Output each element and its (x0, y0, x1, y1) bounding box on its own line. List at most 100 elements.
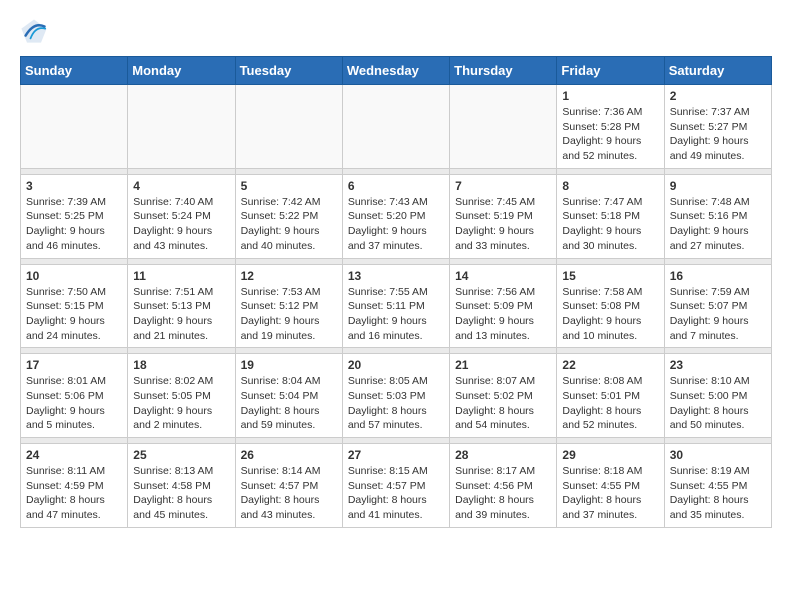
day-number: 25 (133, 448, 229, 462)
calendar-cell: 30 Sunrise: 8:19 AM Sunset: 4:55 PM Dayli… (664, 444, 771, 528)
calendar-cell: 10 Sunrise: 7:50 AM Sunset: 5:15 PM Dayli… (21, 264, 128, 348)
day-info: Sunrise: 8:02 AM Sunset: 5:05 PM Dayligh… (133, 374, 229, 433)
weekday-header-tuesday: Tuesday (235, 57, 342, 85)
calendar-cell: 13 Sunrise: 7:55 AM Sunset: 5:11 PM Dayli… (342, 264, 449, 348)
day-number: 1 (562, 89, 658, 103)
day-info: Sunrise: 7:56 AM Sunset: 5:09 PM Dayligh… (455, 285, 551, 344)
day-number: 6 (348, 179, 444, 193)
day-number: 11 (133, 269, 229, 283)
day-number: 5 (241, 179, 337, 193)
day-number: 8 (562, 179, 658, 193)
calendar-cell: 27 Sunrise: 8:15 AM Sunset: 4:57 PM Dayli… (342, 444, 449, 528)
day-info: Sunrise: 8:19 AM Sunset: 4:55 PM Dayligh… (670, 464, 766, 523)
day-number: 12 (241, 269, 337, 283)
page: SundayMondayTuesdayWednesdayThursdayFrid… (0, 0, 792, 544)
day-number: 13 (348, 269, 444, 283)
day-number: 27 (348, 448, 444, 462)
calendar-cell (342, 85, 449, 169)
weekday-header-friday: Friday (557, 57, 664, 85)
calendar-cell: 5 Sunrise: 7:42 AM Sunset: 5:22 PM Daylig… (235, 174, 342, 258)
day-number: 9 (670, 179, 766, 193)
day-info: Sunrise: 8:04 AM Sunset: 5:04 PM Dayligh… (241, 374, 337, 433)
weekday-header-thursday: Thursday (450, 57, 557, 85)
day-info: Sunrise: 7:47 AM Sunset: 5:18 PM Dayligh… (562, 195, 658, 254)
weekday-header-row: SundayMondayTuesdayWednesdayThursdayFrid… (21, 57, 772, 85)
calendar-cell: 18 Sunrise: 8:02 AM Sunset: 5:05 PM Dayli… (128, 354, 235, 438)
day-number: 14 (455, 269, 551, 283)
day-info: Sunrise: 7:59 AM Sunset: 5:07 PM Dayligh… (670, 285, 766, 344)
day-info: Sunrise: 7:37 AM Sunset: 5:27 PM Dayligh… (670, 105, 766, 164)
day-info: Sunrise: 7:53 AM Sunset: 5:12 PM Dayligh… (241, 285, 337, 344)
day-info: Sunrise: 8:10 AM Sunset: 5:00 PM Dayligh… (670, 374, 766, 433)
calendar-cell: 17 Sunrise: 8:01 AM Sunset: 5:06 PM Dayli… (21, 354, 128, 438)
day-info: Sunrise: 8:07 AM Sunset: 5:02 PM Dayligh… (455, 374, 551, 433)
calendar-cell: 25 Sunrise: 8:13 AM Sunset: 4:58 PM Dayli… (128, 444, 235, 528)
calendar-cell: 21 Sunrise: 8:07 AM Sunset: 5:02 PM Dayli… (450, 354, 557, 438)
day-number: 2 (670, 89, 766, 103)
calendar-cell: 28 Sunrise: 8:17 AM Sunset: 4:56 PM Dayli… (450, 444, 557, 528)
calendar-cell: 8 Sunrise: 7:47 AM Sunset: 5:18 PM Daylig… (557, 174, 664, 258)
calendar-cell (235, 85, 342, 169)
day-info: Sunrise: 7:45 AM Sunset: 5:19 PM Dayligh… (455, 195, 551, 254)
calendar-cell (21, 85, 128, 169)
day-info: Sunrise: 8:01 AM Sunset: 5:06 PM Dayligh… (26, 374, 122, 433)
day-number: 10 (26, 269, 122, 283)
day-info: Sunrise: 7:42 AM Sunset: 5:22 PM Dayligh… (241, 195, 337, 254)
weekday-header-sunday: Sunday (21, 57, 128, 85)
day-info: Sunrise: 8:08 AM Sunset: 5:01 PM Dayligh… (562, 374, 658, 433)
calendar-cell: 23 Sunrise: 8:10 AM Sunset: 5:00 PM Dayli… (664, 354, 771, 438)
weekday-header-saturday: Saturday (664, 57, 771, 85)
calendar-cell: 24Sunrise: 8:11 AM Sunset: 4:59 PM Dayli… (21, 444, 128, 528)
day-info: Sunrise: 8:05 AM Sunset: 5:03 PM Dayligh… (348, 374, 444, 433)
day-info: Sunrise: 7:36 AM Sunset: 5:28 PM Dayligh… (562, 105, 658, 164)
calendar-cell: 9 Sunrise: 7:48 AM Sunset: 5:16 PM Daylig… (664, 174, 771, 258)
calendar-cell: 3Sunrise: 7:39 AM Sunset: 5:25 PM Daylig… (21, 174, 128, 258)
calendar-cell: 12 Sunrise: 7:53 AM Sunset: 5:12 PM Dayli… (235, 264, 342, 348)
calendar-week-row: 3Sunrise: 7:39 AM Sunset: 5:25 PM Daylig… (21, 174, 772, 258)
day-number: 21 (455, 358, 551, 372)
calendar-cell: 14 Sunrise: 7:56 AM Sunset: 5:09 PM Dayli… (450, 264, 557, 348)
day-info: Sunrise: 8:14 AM Sunset: 4:57 PM Dayligh… (241, 464, 337, 523)
day-info: Sunrise: 7:58 AM Sunset: 5:08 PM Dayligh… (562, 285, 658, 344)
calendar-cell: 20Sunrise: 8:05 AM Sunset: 5:03 PM Dayli… (342, 354, 449, 438)
day-info: Sunrise: 7:50 AM Sunset: 5:15 PM Dayligh… (26, 285, 122, 344)
day-number: 17 (26, 358, 122, 372)
weekday-header-monday: Monday (128, 57, 235, 85)
day-info: Sunrise: 7:51 AM Sunset: 5:13 PM Dayligh… (133, 285, 229, 344)
day-number: 24 (26, 448, 122, 462)
day-number: 28 (455, 448, 551, 462)
day-number: 26 (241, 448, 337, 462)
day-number: 23 (670, 358, 766, 372)
calendar-cell (450, 85, 557, 169)
calendar-table: SundayMondayTuesdayWednesdayThursdayFrid… (20, 56, 772, 528)
calendar-week-row: 10 Sunrise: 7:50 AM Sunset: 5:15 PM Dayli… (21, 264, 772, 348)
day-info: Sunrise: 7:48 AM Sunset: 5:16 PM Dayligh… (670, 195, 766, 254)
day-number: 4 (133, 179, 229, 193)
day-number: 22 (562, 358, 658, 372)
day-info: Sunrise: 8:17 AM Sunset: 4:56 PM Dayligh… (455, 464, 551, 523)
day-number: 30 (670, 448, 766, 462)
day-info: Sunrise: 8:13 AM Sunset: 4:58 PM Dayligh… (133, 464, 229, 523)
header (20, 16, 772, 44)
calendar-cell: 7 Sunrise: 7:45 AM Sunset: 5:19 PM Daylig… (450, 174, 557, 258)
generalblue-logo-icon (20, 16, 48, 44)
calendar-cell: 1 Sunrise: 7:36 AM Sunset: 5:28 PM Daylig… (557, 85, 664, 169)
calendar-cell: 11 Sunrise: 7:51 AM Sunset: 5:13 PM Dayli… (128, 264, 235, 348)
day-info: Sunrise: 7:39 AM Sunset: 5:25 PM Dayligh… (26, 195, 122, 254)
calendar-cell (128, 85, 235, 169)
calendar-cell: 16Sunrise: 7:59 AM Sunset: 5:07 PM Dayli… (664, 264, 771, 348)
day-info: Sunrise: 7:43 AM Sunset: 5:20 PM Dayligh… (348, 195, 444, 254)
day-info: Sunrise: 7:55 AM Sunset: 5:11 PM Dayligh… (348, 285, 444, 344)
day-info: Sunrise: 8:18 AM Sunset: 4:55 PM Dayligh… (562, 464, 658, 523)
weekday-header-wednesday: Wednesday (342, 57, 449, 85)
day-number: 29 (562, 448, 658, 462)
calendar-cell: 19 Sunrise: 8:04 AM Sunset: 5:04 PM Dayli… (235, 354, 342, 438)
day-number: 18 (133, 358, 229, 372)
day-info: Sunrise: 8:15 AM Sunset: 4:57 PM Dayligh… (348, 464, 444, 523)
calendar-cell: 6 Sunrise: 7:43 AM Sunset: 5:20 PM Daylig… (342, 174, 449, 258)
logo (20, 16, 52, 44)
day-number: 7 (455, 179, 551, 193)
day-number: 19 (241, 358, 337, 372)
calendar-cell: 2 Sunrise: 7:37 AM Sunset: 5:27 PM Daylig… (664, 85, 771, 169)
calendar-cell: 15Sunrise: 7:58 AM Sunset: 5:08 PM Dayli… (557, 264, 664, 348)
